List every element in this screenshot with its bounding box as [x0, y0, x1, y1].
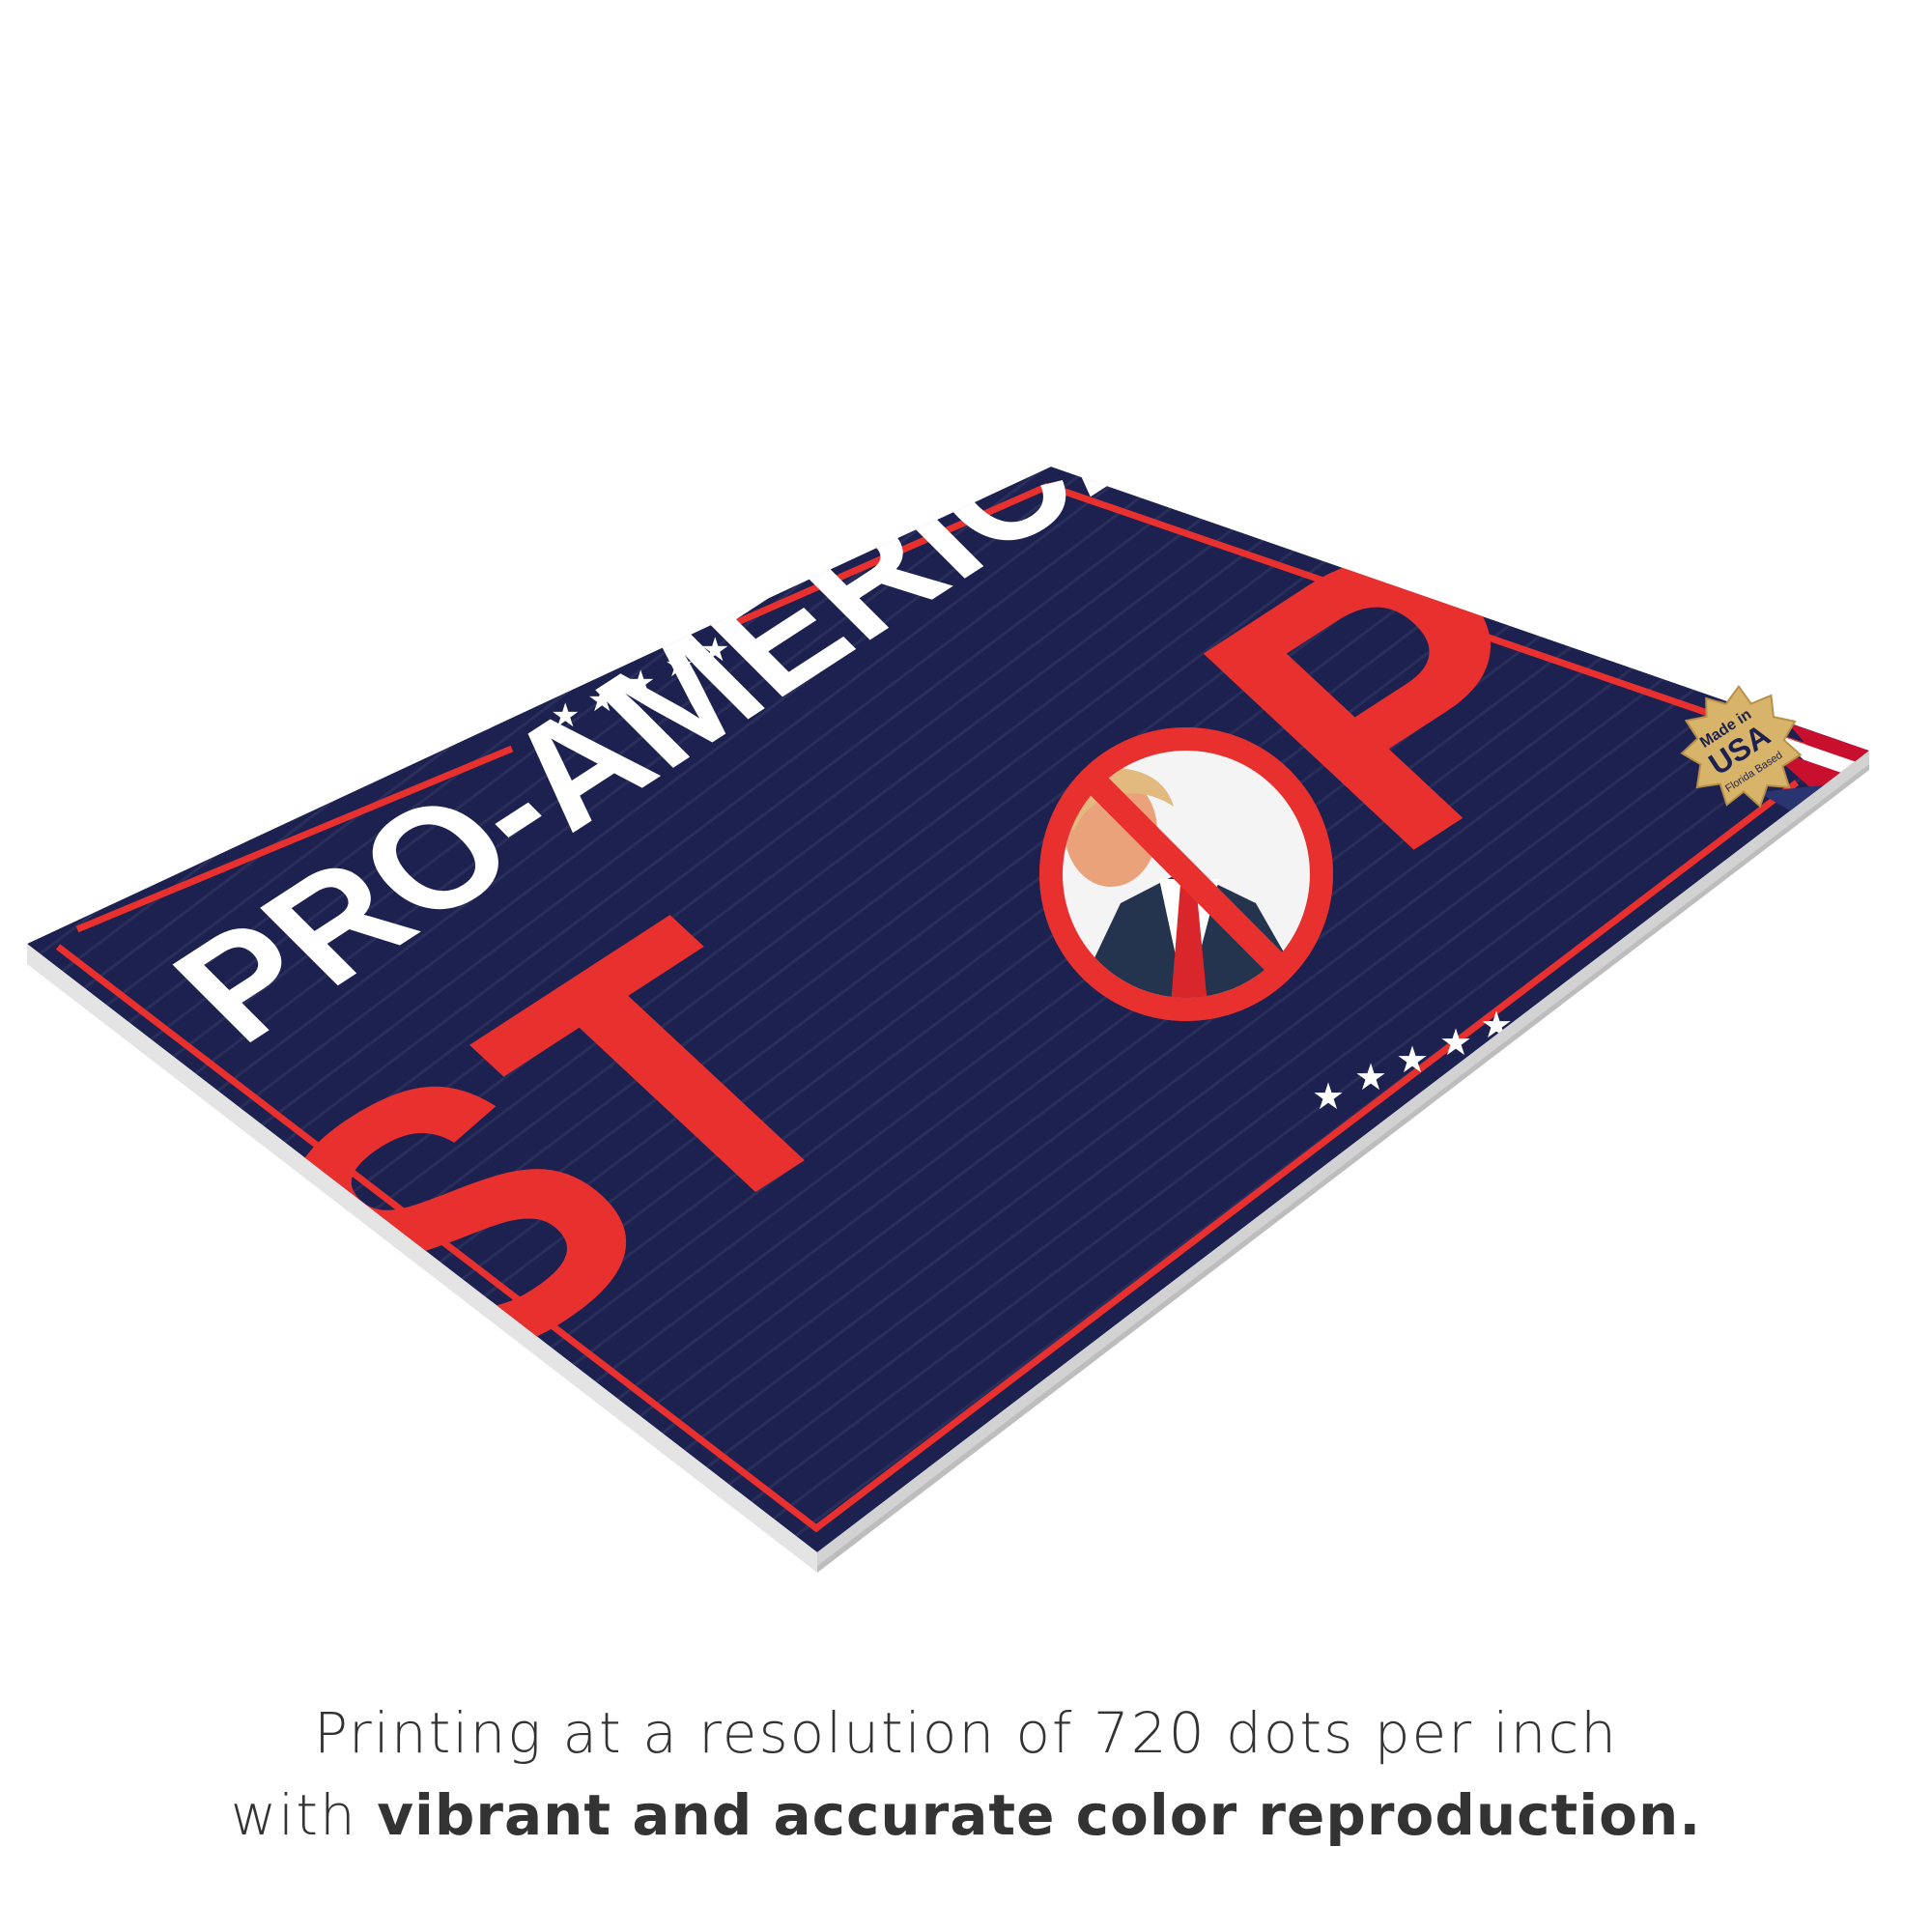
- product-scene: ★ ★ ★ ★ ★ ★ ★ ★ ★ ★ PRO-AMERICA ST P Mad…: [27, 467, 1869, 1573]
- svg-text:★: ★: [1312, 1075, 1345, 1118]
- caption-line-2-prefix: with: [230, 1782, 378, 1848]
- caption-line-2: with vibrant and accurate color reproduc…: [0, 1782, 1932, 1848]
- svg-text:★: ★: [1396, 1038, 1429, 1081]
- caption-line-1: Printing at a resolution of 720 dots per…: [313, 1700, 1619, 1766]
- prohibition-symbol: [1039, 727, 1333, 1021]
- svg-text:★: ★: [1354, 1056, 1387, 1098]
- caption-line-2-bold: vibrant and accurate color reproduction.: [377, 1782, 1702, 1848]
